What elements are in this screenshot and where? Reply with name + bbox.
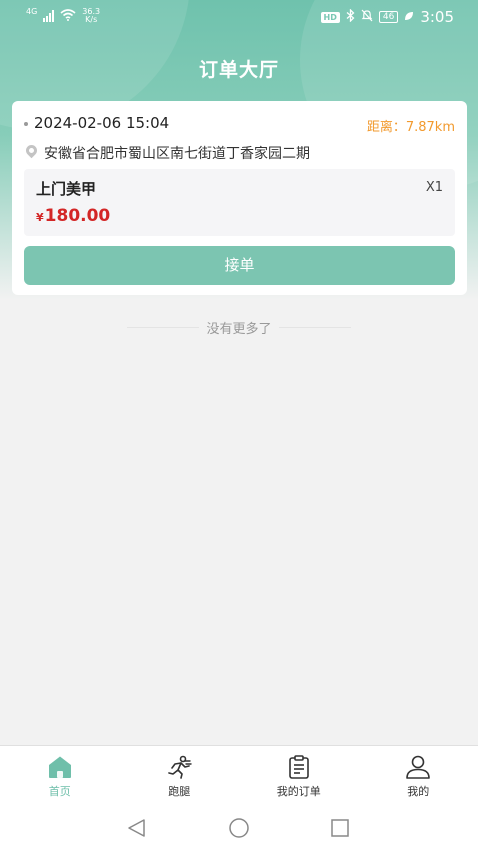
clipboard-icon	[286, 755, 312, 779]
status-left: 4G 36.3 K/s	[26, 8, 100, 24]
bullet-dot	[24, 122, 28, 126]
location-pin-icon	[23, 142, 40, 159]
order-distance: 距离：7.87km	[366, 120, 455, 135]
service-quantity: X1	[425, 180, 443, 195]
speed-unit: K/s	[85, 15, 98, 24]
order-datetime: 2024-02-06 15:04	[34, 114, 170, 132]
address-row: 安徽省合肥市蜀山区南七街道丁香家园二期	[23, 142, 455, 163]
order-header-row: 2024-02-06 15:04 距离：7.87km	[24, 114, 455, 135]
tab-home[interactable]: 首页	[0, 746, 120, 807]
list-end-text: 没有更多了	[206, 322, 272, 337]
divider	[279, 327, 351, 328]
back-icon[interactable]	[126, 817, 148, 839]
order-address: 安徽省合肥市蜀山区南七街道丁香家园二期	[44, 146, 310, 162]
service-item: 上门美甲 X1 ¥180.00	[24, 169, 455, 236]
tab-my-orders[interactable]: 我的订单	[239, 746, 359, 807]
bottom-tab-bar: 首页 跑腿 我的订单 我的	[0, 745, 478, 807]
tab-label: 我的	[407, 785, 430, 798]
price-amount: 180.00	[44, 206, 111, 226]
network-type: 4G	[26, 7, 38, 16]
bluetooth-icon	[346, 7, 355, 26]
recents-icon[interactable]	[329, 817, 351, 839]
order-card[interactable]: 2024-02-06 15:04 距离：7.87km 安徽省合肥市蜀山区南七街道…	[12, 101, 467, 295]
system-navigation-bar	[0, 807, 478, 850]
tab-errand[interactable]: 跑腿	[120, 746, 240, 807]
accept-order-button[interactable]: 接单	[24, 246, 455, 285]
mute-bell-icon	[361, 9, 373, 26]
hd-badge: HD	[320, 11, 340, 23]
tab-label: 首页	[48, 785, 71, 798]
clock: 3:05	[420, 8, 454, 26]
currency-symbol: ¥	[36, 211, 44, 224]
user-icon	[405, 755, 431, 779]
page-title: 订单大厅	[198, 59, 279, 81]
tab-label: 我的订单	[276, 785, 321, 798]
leaf-icon	[404, 9, 414, 25]
list-end-indicator: 没有更多了	[0, 318, 478, 337]
battery-icon: 46	[378, 11, 399, 23]
status-right: HD 46 3:05	[320, 7, 454, 26]
tab-profile[interactable]: 我的	[359, 746, 478, 807]
home-circle-icon[interactable]	[228, 817, 250, 839]
service-name: 上门美甲	[36, 180, 97, 198]
wifi-icon	[60, 8, 76, 24]
network-speed: 36.3 K/s	[82, 8, 100, 24]
home-icon	[47, 755, 73, 779]
runner-icon	[166, 755, 192, 779]
signal-icon	[43, 10, 55, 22]
status-bar: 4G 36.3 K/s HD 46 3:05	[0, 0, 478, 34]
divider	[127, 327, 199, 328]
tab-label: 跑腿	[168, 785, 191, 798]
service-price: ¥180.00	[36, 206, 110, 226]
